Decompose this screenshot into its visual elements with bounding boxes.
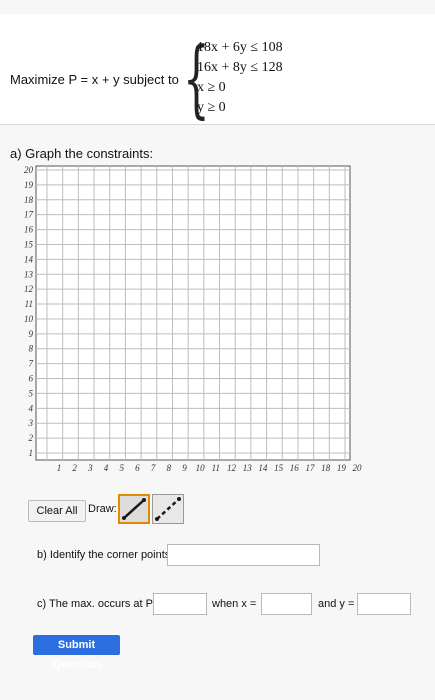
y-tick-label: 12 [24, 284, 34, 294]
part-c-prefix: c) The max. occurs at P = [37, 598, 163, 610]
y-tick-label: 8 [29, 344, 34, 354]
y-tick-label: 2 [29, 433, 34, 443]
corner-points-input[interactable] [167, 544, 320, 566]
objective-text: Maximize P = x + y subject to [10, 72, 179, 87]
y-tick-label: 9 [29, 329, 34, 339]
x-tick-label: 3 [87, 463, 93, 473]
x-tick-label: 13 [243, 463, 253, 473]
constraint-2: 16x + 8y ≤ 128 [197, 60, 283, 75]
y-tick-label: 16 [24, 225, 34, 235]
constraint-3: x ≥ 0 [197, 80, 226, 95]
x-tick-label: 5 [119, 463, 124, 473]
x-tick-label: 14 [258, 463, 268, 473]
x-value-input[interactable] [261, 593, 312, 615]
x-tick-label: 4 [104, 463, 109, 473]
max-p-input[interactable] [153, 593, 207, 615]
y-tick-label: 15 [24, 239, 34, 249]
x-tick-label: 8 [167, 463, 172, 473]
constraint-list: 18x + 6y ≤ 108 16x + 8y ≤ 128 x ≥ 0 y ≥ … [197, 38, 283, 118]
y-tick-label: 14 [24, 254, 34, 264]
part-b-label: b) Identify the corner points: [37, 549, 174, 561]
x-tick-label: 11 [212, 463, 220, 473]
x-tick-label: 10 [196, 463, 206, 473]
question-page: Maximize P = x + y subject to { 18x + 6y… [0, 0, 435, 700]
x-tick-label: 7 [151, 463, 156, 473]
x-tick-label: 19 [337, 463, 347, 473]
part-a-label: a) Graph the constraints: [10, 146, 154, 161]
graph-area[interactable] [35, 165, 351, 461]
y-tick-label: 5 [29, 388, 34, 398]
y-tick-label: 17 [24, 210, 34, 220]
and-y-label: and y = [318, 598, 355, 610]
x-tick-label: 16 [290, 463, 300, 473]
solid-line-tool-icon [122, 498, 146, 520]
y-tick-label: 4 [29, 403, 34, 413]
dashed-line-tool-button[interactable] [152, 494, 184, 524]
constraint-1: 18x + 6y ≤ 108 [197, 40, 283, 55]
y-tick-label: 19 [24, 180, 34, 190]
y-tick-label: 1 [29, 448, 34, 458]
x-tick-label: 9 [182, 463, 187, 473]
y-tick-label: 6 [29, 374, 34, 384]
y-tick-label: 7 [29, 359, 34, 369]
clear-all-button[interactable]: Clear All [28, 500, 86, 522]
y-tick-label: 18 [24, 195, 34, 205]
x-tick-label: 1 [57, 463, 62, 473]
y-axis-ticks: 1234567891011121314151617181920 [24, 165, 34, 458]
x-tick-label: 2 [72, 463, 77, 473]
y-tick-label: 10 [24, 314, 34, 324]
y-tick-label: 13 [24, 269, 34, 279]
y-tick-label: 3 [28, 418, 34, 428]
x-tick-label: 12 [227, 463, 237, 473]
x-tick-label: 18 [321, 463, 331, 473]
x-tick-label: 20 [353, 463, 363, 473]
dashed-line-tool-icon [155, 497, 181, 521]
constraint-4: y ≥ 0 [197, 100, 226, 115]
submit-question-button[interactable]: Submit Question [33, 635, 120, 671]
x-tick-label: 15 [274, 463, 284, 473]
y-value-input[interactable] [357, 593, 411, 615]
x-tick-label: 17 [305, 463, 315, 473]
y-tick-label: 20 [24, 165, 34, 175]
draw-label: Draw: [88, 503, 117, 515]
x-axis-ticks: 1 2 3 4 5 6 7 8 9 10 11 12 13 14 15 16 17 18 19 20 [57, 463, 362, 473]
y-tick-label: 11 [25, 299, 33, 309]
x-tick-label: 6 [135, 463, 140, 473]
solid-line-tool-button[interactable] [118, 494, 150, 524]
graph-canvas[interactable]: 1234567891011121314151617181920 12345678… [0, 160, 435, 480]
problem-statement: Maximize P = x + y subject to { 18x + 6y… [0, 14, 435, 125]
when-x-label: when x = [212, 598, 257, 610]
